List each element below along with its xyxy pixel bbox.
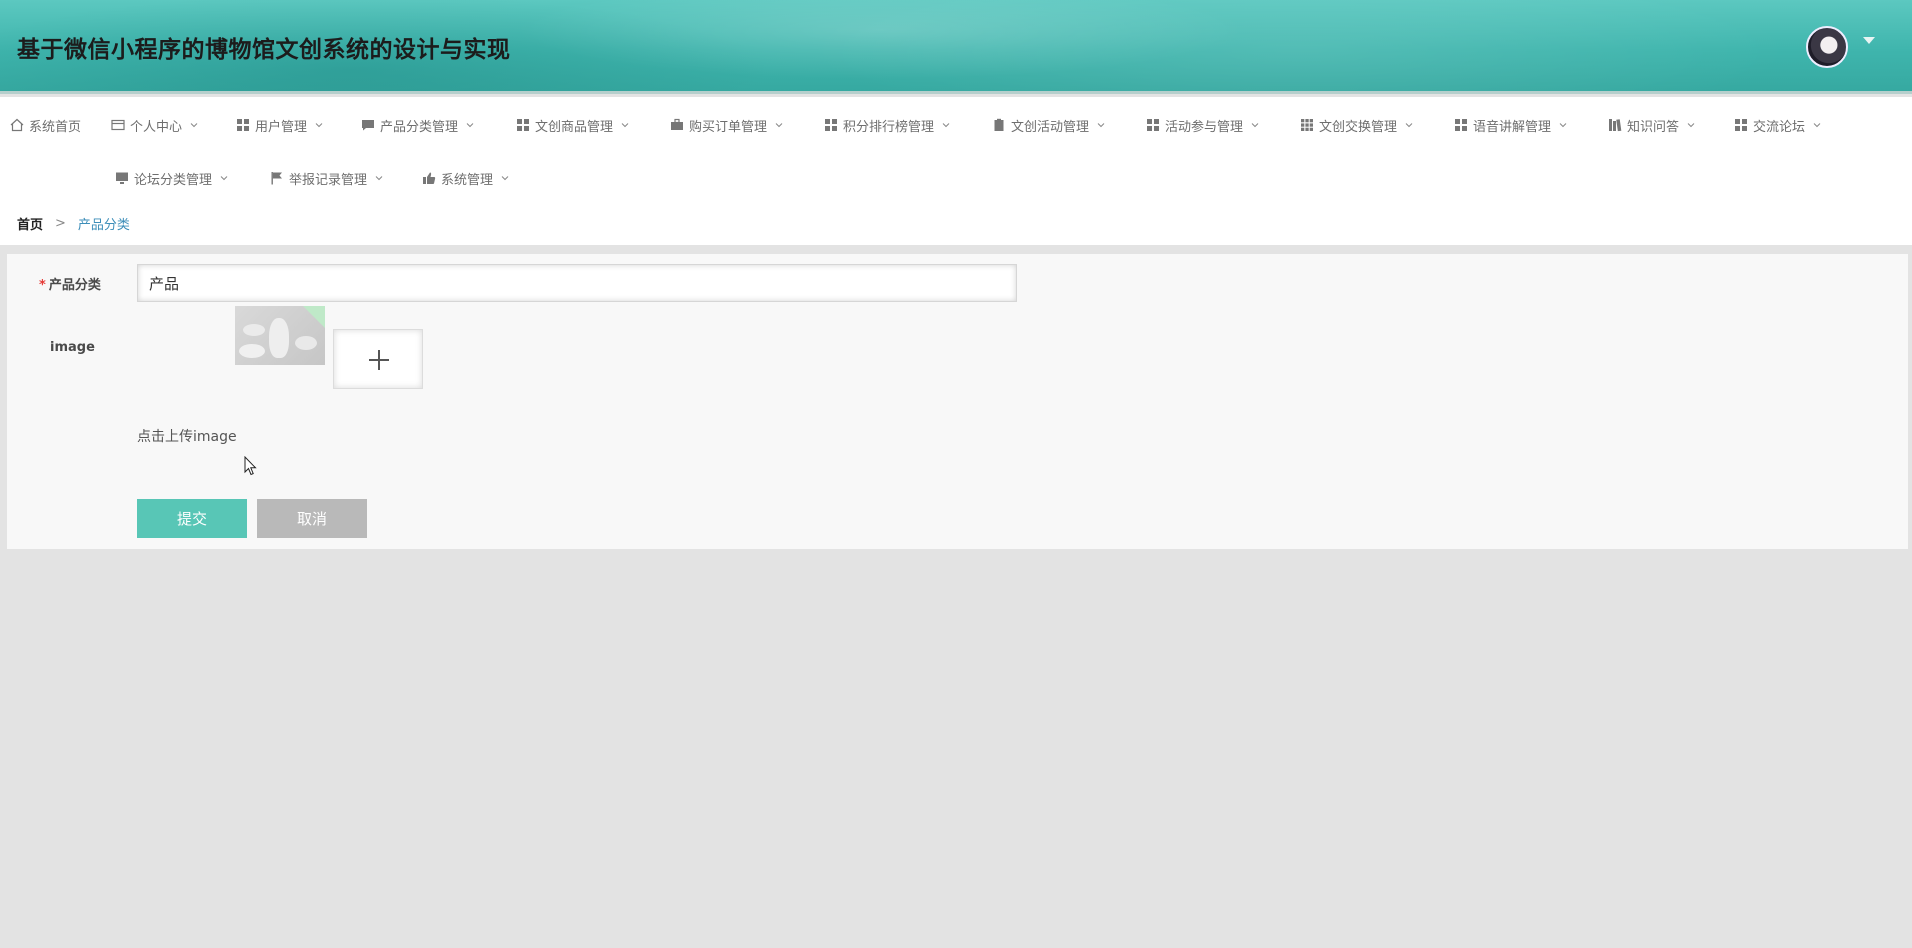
breadcrumb-separator: > bbox=[55, 216, 66, 231]
grid-icon bbox=[1454, 118, 1468, 132]
chevron-down-icon bbox=[1559, 123, 1567, 128]
nav-label: 活动参与管理 bbox=[1165, 119, 1244, 135]
chevron-down-icon bbox=[942, 123, 950, 128]
nav-item-home[interactable]: 系统首页 bbox=[10, 113, 81, 137]
nav-item-report-records[interactable]: 举报记录管理 bbox=[270, 166, 383, 190]
nav-label: 购买订单管理 bbox=[689, 119, 768, 135]
chevron-down-icon bbox=[220, 176, 228, 181]
card-icon bbox=[111, 118, 125, 132]
chevron-down-icon bbox=[315, 123, 323, 128]
nav-label: 交流论坛 bbox=[1753, 119, 1806, 135]
nav-item-cultural-activities[interactable]: 文创活动管理 bbox=[992, 113, 1105, 137]
clipboard-icon bbox=[992, 118, 1006, 132]
user-avatar[interactable] bbox=[1806, 26, 1848, 68]
nav-label: 系统管理 bbox=[441, 172, 494, 188]
nav-item-cultural-exchange[interactable]: 文创交换管理 bbox=[1300, 113, 1413, 137]
grid-icon bbox=[1146, 118, 1160, 132]
category-label-text: 产品分类 bbox=[48, 278, 101, 293]
chevron-down-icon bbox=[466, 123, 474, 128]
breadcrumb-home[interactable]: 首页 bbox=[17, 214, 43, 233]
chevron-down-icon bbox=[1813, 123, 1821, 128]
category-label: * 产品分类 bbox=[39, 274, 101, 293]
nav-label: 积分排行榜管理 bbox=[843, 119, 935, 135]
nav-label: 用户管理 bbox=[255, 119, 308, 135]
submit-button[interactable]: 提交 bbox=[137, 499, 247, 538]
thumbnail-dish-shape bbox=[243, 324, 265, 336]
uploaded-image-thumbnail[interactable] bbox=[235, 306, 325, 365]
nav-item-audio-guide[interactable]: 语音讲解管理 bbox=[1454, 113, 1567, 137]
caret-down-icon[interactable] bbox=[1863, 37, 1875, 44]
grid-icon bbox=[1734, 118, 1748, 132]
nav-item-knowledge-qa[interactable]: 知识问答 bbox=[1608, 113, 1695, 137]
chevron-down-icon bbox=[501, 176, 509, 181]
image-label: image bbox=[50, 340, 95, 355]
nav-label: 产品分类管理 bbox=[380, 119, 459, 135]
top-nav: 系统首页 个人中心 用户管理 产品分类管理 文创商品管理 购买订单管理 积分排行… bbox=[0, 97, 1912, 245]
plus-icon-vertical bbox=[378, 350, 380, 370]
nav-label: 系统首页 bbox=[29, 119, 82, 135]
nav-label: 论坛分类管理 bbox=[134, 172, 213, 188]
chevron-down-icon bbox=[1687, 123, 1695, 128]
books-icon bbox=[1608, 118, 1622, 132]
breadcrumb: 首页 > 产品分类 bbox=[17, 214, 130, 233]
chevron-down-icon bbox=[775, 123, 783, 128]
nav-item-forum-category[interactable]: 论坛分类管理 bbox=[115, 166, 228, 190]
upload-image-button[interactable] bbox=[333, 329, 423, 389]
cancel-button[interactable]: 取消 bbox=[257, 499, 367, 538]
nav-label: 文创交换管理 bbox=[1319, 119, 1398, 135]
thumbnail-dish-shape bbox=[239, 344, 265, 358]
nav-item-cultural-goods[interactable]: 文创商品管理 bbox=[516, 113, 629, 137]
chevron-down-icon bbox=[1251, 123, 1259, 128]
nav-item-activity-participation[interactable]: 活动参与管理 bbox=[1146, 113, 1259, 137]
nav-label: 个人中心 bbox=[130, 119, 183, 135]
nav-item-personal-center[interactable]: 个人中心 bbox=[111, 113, 198, 137]
briefcase-icon bbox=[670, 118, 684, 132]
table-icon bbox=[1300, 118, 1314, 132]
nav-item-system-management[interactable]: 系统管理 bbox=[422, 166, 509, 190]
nav-label: 文创商品管理 bbox=[535, 119, 614, 135]
nav-label: 知识问答 bbox=[1627, 119, 1680, 135]
nav-label: 文创活动管理 bbox=[1011, 119, 1090, 135]
monitor-icon bbox=[115, 171, 129, 185]
nav-label: 语音讲解管理 bbox=[1473, 119, 1552, 135]
category-input[interactable] bbox=[137, 264, 1017, 302]
chevron-down-icon bbox=[190, 123, 198, 128]
nav-item-product-category[interactable]: 产品分类管理 bbox=[361, 113, 474, 137]
grid-icon bbox=[824, 118, 838, 132]
grid-icon bbox=[516, 118, 530, 132]
home-icon bbox=[10, 118, 24, 132]
thumb-icon bbox=[422, 171, 436, 185]
required-mark: * bbox=[39, 278, 46, 293]
nav-item-points-ranking[interactable]: 积分排行榜管理 bbox=[824, 113, 950, 137]
chevron-down-icon bbox=[375, 176, 383, 181]
chevron-down-icon bbox=[1097, 123, 1105, 128]
nav-item-user-management[interactable]: 用户管理 bbox=[236, 113, 323, 137]
thumbnail-vase-shape bbox=[269, 318, 289, 358]
nav-item-forum[interactable]: 交流论坛 bbox=[1734, 113, 1821, 137]
flag-icon bbox=[270, 171, 284, 185]
breadcrumb-current: 产品分类 bbox=[77, 218, 130, 233]
chevron-down-icon bbox=[1405, 123, 1413, 128]
app-header: 基于微信小程序的博物馆文创系统的设计与实现 bbox=[0, 0, 1912, 94]
upload-hint: 点击上传image bbox=[137, 429, 237, 445]
nav-item-orders[interactable]: 购买订单管理 bbox=[670, 113, 783, 137]
mouse-cursor-icon bbox=[244, 456, 257, 476]
thumbnail-corner-mark bbox=[303, 306, 325, 328]
chat-icon bbox=[361, 118, 375, 132]
thumbnail-dish-shape bbox=[295, 336, 317, 350]
chevron-down-icon bbox=[621, 123, 629, 128]
nav-label: 举报记录管理 bbox=[289, 172, 368, 188]
app-title: 基于微信小程序的博物馆文创系统的设计与实现 bbox=[17, 37, 511, 63]
grid-icon bbox=[236, 118, 250, 132]
